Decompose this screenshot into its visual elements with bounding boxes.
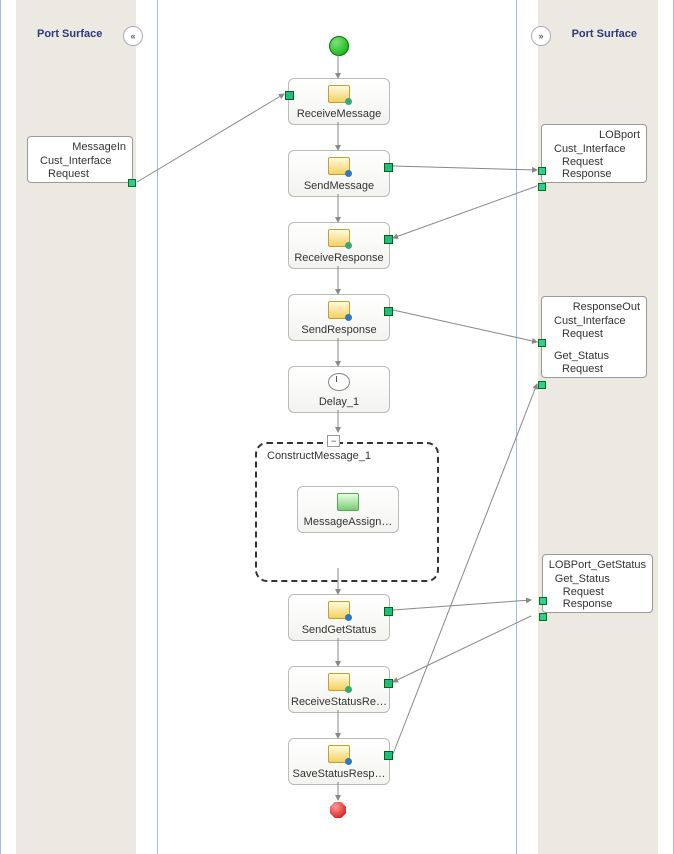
port-io-response[interactable]: Response (563, 598, 646, 610)
shape-label: ReceiveResponse (294, 252, 383, 264)
port-handle[interactable] (539, 613, 547, 621)
guide-line (157, 0, 158, 854)
port-operation: Cust_Interface (40, 155, 126, 167)
shape-label: SaveStatusResp… (293, 768, 386, 780)
shape-send-message[interactable]: SendMessage (288, 150, 390, 197)
collapse-left-button[interactable]: « (123, 26, 143, 46)
orchestration-canvas[interactable]: Port Surface Port Surface « » ReceiveMes… (0, 0, 674, 854)
envelope-receive-icon (328, 229, 350, 247)
envelope-receive-icon (328, 85, 350, 103)
envelope-receive-icon (328, 673, 350, 691)
scope-collapse-button[interactable]: − (327, 435, 340, 447)
port-operation: Get_Status (554, 350, 640, 362)
port-title: LOBport (548, 129, 640, 141)
port-handle[interactable] (539, 597, 547, 605)
port-io-response[interactable]: Response (562, 168, 640, 180)
shape-label: SendGetStatus (302, 624, 377, 636)
port-connector[interactable] (384, 679, 393, 688)
shape-label: Delay_1 (319, 396, 359, 408)
shape-receive-status-response[interactable]: ReceiveStatusRe… (288, 666, 390, 713)
port-title: MessageIn (34, 141, 126, 153)
scope-label: ConstructMessage_1 (267, 450, 371, 462)
shape-label: SendMessage (304, 180, 374, 192)
port-io-request[interactable]: Request (562, 156, 640, 168)
port-title: LOBPort_GetStatus (549, 559, 646, 571)
port-io-request[interactable]: Request (562, 363, 640, 375)
assignment-icon (337, 493, 359, 511)
port-surface-left[interactable] (16, 0, 136, 854)
envelope-send-icon (328, 745, 350, 763)
shape-save-status-response[interactable]: SaveStatusResp… (288, 738, 390, 785)
port-surface-right-label: Port Surface (572, 28, 637, 40)
shape-receive-message[interactable]: ReceiveMessage (288, 78, 390, 125)
port-connector[interactable] (384, 163, 393, 172)
shape-receive-response[interactable]: ReceiveResponse (288, 222, 390, 269)
port-operation: Cust_Interface (554, 315, 640, 327)
shape-label: SendResponse (301, 324, 376, 336)
shape-send-response[interactable]: SendResponse (288, 294, 390, 341)
port-handle[interactable] (538, 183, 546, 191)
port-io-request[interactable]: Request (562, 328, 640, 340)
port-response-out[interactable]: ResponseOut Cust_Interface Request Get_S… (541, 296, 647, 378)
envelope-send-icon (328, 157, 350, 175)
shape-label: MessageAssign… (304, 516, 393, 528)
construct-message-scope[interactable]: − ConstructMessage_1 MessageAssign… (255, 442, 439, 582)
port-handle[interactable] (538, 167, 546, 175)
port-handle[interactable] (538, 381, 546, 389)
port-handle[interactable] (538, 339, 546, 347)
port-lobport-getstatus[interactable]: LOBPort_GetStatus Get_Status Request Res… (542, 554, 653, 613)
port-lobport[interactable]: LOBport Cust_Interface Request Response (541, 124, 647, 183)
port-connector[interactable] (285, 91, 294, 100)
port-io-request[interactable]: Request (563, 586, 646, 598)
shape-label: ReceiveMessage (297, 108, 381, 120)
shape-message-assignment[interactable]: MessageAssign… (297, 486, 399, 533)
collapse-right-button[interactable]: » (531, 26, 551, 46)
port-operation: Cust_Interface (554, 143, 640, 155)
end-terminal[interactable] (330, 802, 346, 818)
port-surface-left-label: Port Surface (37, 28, 102, 40)
envelope-send-icon (328, 301, 350, 319)
port-title: ResponseOut (548, 301, 640, 313)
start-terminal[interactable] (329, 36, 349, 56)
shape-delay[interactable]: Delay_1 (288, 366, 390, 413)
guide-line (516, 0, 517, 854)
port-connector[interactable] (384, 607, 393, 616)
port-connector[interactable] (384, 751, 393, 760)
envelope-send-icon (328, 601, 350, 619)
port-handle[interactable] (128, 179, 136, 187)
clock-icon (328, 373, 350, 391)
port-operation: Get_Status (555, 573, 646, 585)
port-io-request[interactable]: Request (48, 168, 126, 180)
shape-send-get-status[interactable]: SendGetStatus (288, 594, 390, 641)
port-connector[interactable] (384, 307, 393, 316)
port-message-in[interactable]: MessageIn Cust_Interface Request (27, 136, 133, 183)
port-connector[interactable] (384, 235, 393, 244)
shape-label: ReceiveStatusRe… (291, 696, 387, 708)
